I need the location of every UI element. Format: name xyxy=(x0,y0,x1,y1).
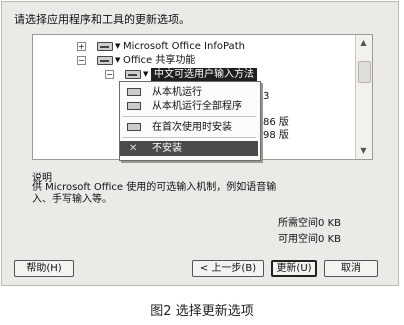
available-space: 可用空间0 KB xyxy=(278,234,341,245)
drive-icon[interactable] xyxy=(125,70,141,79)
back-button[interactable]: < 上一步(B) xyxy=(192,260,264,277)
scroll-up-icon[interactable]: ▲ xyxy=(358,37,369,48)
drive-icon xyxy=(127,123,141,131)
chevron-down-icon[interactable]: ▼ xyxy=(143,70,148,79)
update-button[interactable]: 更新(U) xyxy=(271,260,317,277)
tree-item-label: Microsoft Office InfoPath xyxy=(123,41,245,52)
figure-caption: 图2 选择更新选项 xyxy=(150,304,254,319)
chevron-down-icon[interactable]: ▼ xyxy=(115,56,120,65)
menu-item-label: 不安装 xyxy=(152,143,182,154)
expand-icon[interactable]: + xyxy=(77,42,86,51)
collapse-icon[interactable]: − xyxy=(77,56,86,65)
instruction-text: 请选择应用程序和工具的更新选项。 xyxy=(14,13,190,26)
x-icon: ✕ xyxy=(129,143,138,154)
menu-item-label: 在首次使用时安装 xyxy=(152,122,232,133)
scroll-down-icon[interactable]: ▼ xyxy=(358,145,369,156)
chevron-down-icon[interactable]: ▼ xyxy=(115,42,120,51)
menu-divider xyxy=(122,116,256,117)
install-option-menu[interactable]: 从本机运行 从本机运行全部程序 在首次使用时安装 ✕ 不安装 xyxy=(119,81,261,161)
collapse-icon[interactable]: − xyxy=(105,70,114,79)
menu-divider xyxy=(122,137,256,138)
partial-text: 98 版 xyxy=(263,130,289,141)
tree-item-label: Office 共享功能 xyxy=(123,55,196,66)
drive-icon xyxy=(127,102,141,110)
drive-icon[interactable] xyxy=(97,42,113,51)
menu-item-label: 从本机运行 xyxy=(152,87,202,98)
required-space: 所需空间0 KB xyxy=(278,218,341,229)
cancel-button[interactable]: 取消 xyxy=(324,260,378,277)
menu-item-run-all-local[interactable]: 从本机运行全部程序 xyxy=(120,99,258,114)
scroll-thumb[interactable] xyxy=(358,61,371,83)
drive-icon[interactable] xyxy=(97,56,113,65)
tree-item-label: 中文可选用户输入方法 xyxy=(151,68,257,82)
tree-scrollbar[interactable]: ▲ ▼ xyxy=(355,35,372,159)
help-button[interactable]: 帮助(H) xyxy=(14,260,74,277)
menu-item-run-local[interactable]: 从本机运行 xyxy=(120,85,258,100)
menu-item-not-install[interactable]: ✕ 不安装 xyxy=(120,141,258,156)
partial-text: 86 版 xyxy=(263,117,289,128)
partial-text: 3 xyxy=(263,91,270,102)
drive-icon xyxy=(127,88,141,96)
description-body: 供 Microsoft Office 使用的可选输入机制，例如语音输入、手写输入… xyxy=(32,182,277,205)
menu-item-install-on-first-use[interactable]: 在首次使用时安装 xyxy=(120,120,258,135)
menu-item-label: 从本机运行全部程序 xyxy=(152,101,242,112)
update-options-dialog: 请选择应用程序和工具的更新选项。 + ▼ Microsoft Office In… xyxy=(1,1,399,286)
